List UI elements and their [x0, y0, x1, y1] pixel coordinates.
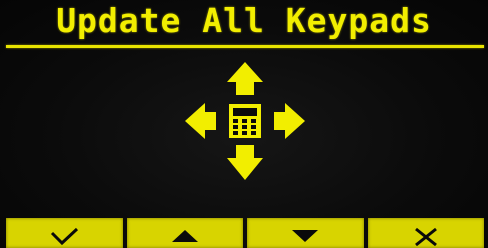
arrow-right-icon [274, 103, 305, 139]
triangle-up-icon [171, 230, 198, 242]
confirm-softkey[interactable] [6, 218, 123, 248]
cross-icon [414, 227, 437, 246]
arrow-left-icon [185, 103, 216, 139]
arrow-up-icon [227, 62, 263, 95]
lcd-screen: Update All Keypads [0, 0, 488, 248]
up-softkey[interactable] [126, 218, 243, 248]
keypad-navigation-graphic [183, 60, 307, 182]
check-icon [51, 227, 79, 246]
arrow-down-icon [227, 145, 263, 180]
title-divider [6, 45, 484, 48]
triangle-down-icon [292, 230, 319, 242]
screen-title: Update All Keypads [56, 1, 432, 40]
down-softkey[interactable] [247, 218, 364, 248]
softkey-bar [6, 218, 484, 248]
keypad-icon [229, 104, 261, 138]
cancel-softkey[interactable] [367, 218, 484, 248]
